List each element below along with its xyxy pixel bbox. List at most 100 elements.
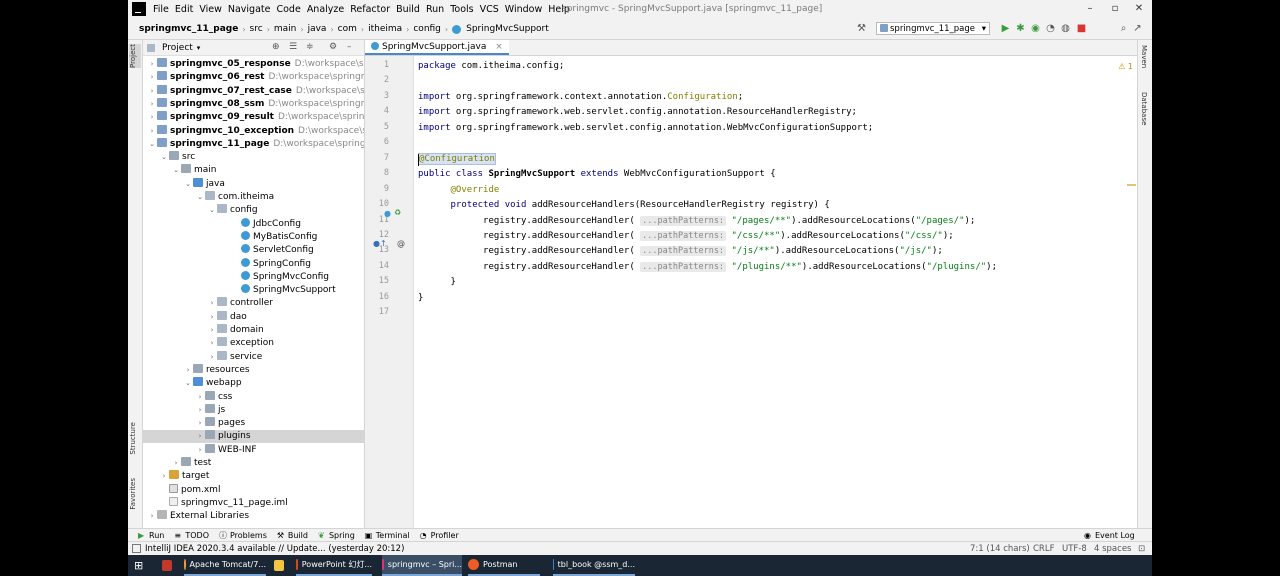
code-line-10[interactable]: protected void addResourceHandlers(Resou… [418,199,830,212]
breadcrumb-main[interactable]: main [272,24,299,34]
collapsed-arrow-icon[interactable]: › [159,470,169,483]
collapsed-arrow-icon[interactable]: › [195,444,205,457]
tree-item-external-libraries[interactable]: › External Libraries [143,510,249,523]
collapse-all-icon[interactable]: ≑ [306,42,314,52]
hide-panel-icon[interactable]: – [347,42,352,52]
tree-item-web-inf[interactable]: › WEB-INF [143,443,257,457]
problems-tool-button[interactable]: ⓘ Problems [219,531,267,540]
lock-icon[interactable]: ⊡ [1138,542,1145,555]
menu-edit[interactable]: Edit [172,4,196,15]
database-tool-tab[interactable]: Database [1140,92,1148,125]
tree-item-jdbcconfig[interactable]: JdbcConfig [143,217,301,231]
code-line-16[interactable]: } [418,292,423,305]
tree-item-domain[interactable]: › domain [143,324,264,337]
code-line-4[interactable]: import org.springframework.web.servlet.c… [418,106,857,119]
tree-item-springmvc-11-page-iml[interactable]: springmvc_11_page.iml [143,496,288,510]
profiler-tool-button[interactable]: ◔ Profiler [420,531,459,540]
tree-item-springconfig[interactable]: SpringConfig [143,257,311,271]
menu-refactor[interactable]: Refactor [347,4,393,15]
tree-item-springmvc-08-ssm[interactable]: › springmvc_08_ssmD:\workspace\springmvc\… [143,97,364,111]
start-button[interactable]: ⊞ [134,555,148,576]
collapsed-arrow-icon[interactable]: › [183,364,193,377]
menu-file[interactable]: File [150,4,172,15]
favorites-tool-tab[interactable]: Favorites [129,478,141,510]
project-tool-tab[interactable]: Project [129,44,141,68]
code-content[interactable]: package com.itheima.config; import org.sp… [418,56,1138,528]
breadcrumb-src[interactable]: src [248,24,265,34]
expanded-arrow-icon[interactable]: ⌄ [171,164,181,177]
expand-all-icon[interactable]: ☰ [289,42,297,52]
tree-item-css[interactable]: › css [143,390,232,404]
menu-run[interactable]: Run [423,4,447,15]
collapsed-arrow-icon[interactable]: › [195,430,205,443]
spring-tool-button[interactable]: ❦ Spring [318,531,355,540]
taskbar-postman[interactable]: Postman [468,555,540,576]
collapsed-arrow-icon[interactable]: › [207,337,217,350]
code-line-11[interactable]: registry.addResourceHandler( ...pathPatt… [418,215,975,228]
search-everywhere-icon[interactable]: ⌕ [1118,23,1129,34]
collapsed-arrow-icon[interactable]: › [195,404,205,417]
tree-item-springmvc-09-result[interactable]: › springmvc_09_resultD:\workspace\springm… [143,111,364,124]
tree-item-springmvc-11-page[interactable]: ⌄ springmvc_11_pageD:\workspace\springmvc… [143,137,364,151]
line-separator[interactable]: CRLF [1033,542,1054,555]
code-line-9[interactable]: @Override [418,184,500,197]
breadcrumb-java[interactable]: java [306,24,329,34]
scrollbar-marker[interactable] [1127,184,1136,186]
menu-view[interactable]: View [196,4,225,15]
tree-item-plugins[interactable]: › plugins [143,430,364,444]
structure-tool-tab[interactable]: Structure [129,422,141,455]
tree-item-service[interactable]: › service [143,350,262,364]
run-icon[interactable]: ▶ [1000,23,1011,34]
collapsed-arrow-icon[interactable]: › [147,58,157,71]
tree-item-pages[interactable]: › pages [143,417,245,430]
expanded-arrow-icon[interactable]: ⌄ [195,191,205,204]
run-tool-button[interactable]: ▶ Run [138,531,164,540]
tree-item-com-itheima[interactable]: ⌄ com.itheima [143,191,274,204]
minimize-button[interactable]: – [1083,2,1097,16]
tree-item-controller[interactable]: › controller [143,297,273,310]
expanded-arrow-icon[interactable]: ⌄ [159,151,169,164]
code-line-12[interactable]: registry.addResourceHandler( ...pathPatt… [418,230,954,243]
expanded-arrow-icon[interactable]: ⌄ [183,377,193,390]
overrides-method-icon[interactable]: ●↑ [373,239,387,248]
code-line-13[interactable]: registry.addResourceHandler( ...pathPatt… [418,245,943,258]
collapsed-arrow-icon[interactable]: › [171,457,181,470]
stop-icon[interactable]: ■ [1076,23,1087,34]
collapsed-arrow-icon[interactable]: › [147,98,157,111]
gear-icon[interactable]: ⚙ [329,42,337,52]
coverage-icon[interactable]: ◉ [1030,23,1041,34]
update-icon[interactable]: ↗ [1132,23,1143,34]
tree-item-springmvcconfig[interactable]: SpringMvcConfig [143,270,329,284]
code-line-14[interactable]: registry.addResourceHandler( ...pathPatt… [418,261,997,274]
tree-item-test[interactable]: › test [143,457,211,470]
menu-analyze[interactable]: Analyze [304,4,347,15]
tree-item-js[interactable]: › js [143,403,225,417]
tree-item-webapp[interactable]: ⌄ webapp [143,377,242,390]
tree-item-config[interactable]: ⌄ config [143,204,258,217]
tree-item-main[interactable]: ⌄ main [143,164,217,177]
menu-build[interactable]: Build [393,4,423,15]
view-dropdown-icon[interactable]: ▾ [197,44,201,52]
project-panel-title[interactable]: Project [162,43,193,53]
locate-icon[interactable]: ⊕ [272,42,280,52]
breadcrumb-com[interactable]: com [336,24,359,34]
annotation-gutter-icon[interactable]: @ [397,239,405,248]
taskbar-intellij[interactable]: springmvc – Spri... [382,555,462,576]
menu-navigate[interactable]: Navigate [225,4,274,15]
debug-icon[interactable]: ✱ [1015,23,1026,34]
menu-tools[interactable]: Tools [447,4,476,15]
collapsed-arrow-icon[interactable]: › [147,125,157,138]
breadcrumb-class[interactable]: SpringMvcSupport [464,24,551,34]
tree-item-exception[interactable]: › exception [143,337,274,350]
menu-code[interactable]: Code [273,4,303,15]
code-line-3[interactable]: import org.springframework.context.annot… [418,91,743,104]
tree-item-mybatisconfig[interactable]: MyBatisConfig [143,230,317,244]
tree-item-java[interactable]: ⌄ java [143,177,225,191]
tree-item-springmvc-05-response[interactable]: › springmvc_05_responseD:\workspace\sprin… [143,58,364,71]
tree-item-pom-xml[interactable]: pom.xml [143,483,220,497]
code-line-5[interactable]: import org.springframework.web.servlet.c… [418,122,873,135]
tree-item-springmvc-06-rest[interactable]: › springmvc_06_restD:\workspace\springmvc… [143,71,364,84]
expanded-arrow-icon[interactable]: ⌄ [183,178,193,191]
tree-item-target[interactable]: › target [143,470,209,483]
taskbar-app-1[interactable] [162,555,176,576]
